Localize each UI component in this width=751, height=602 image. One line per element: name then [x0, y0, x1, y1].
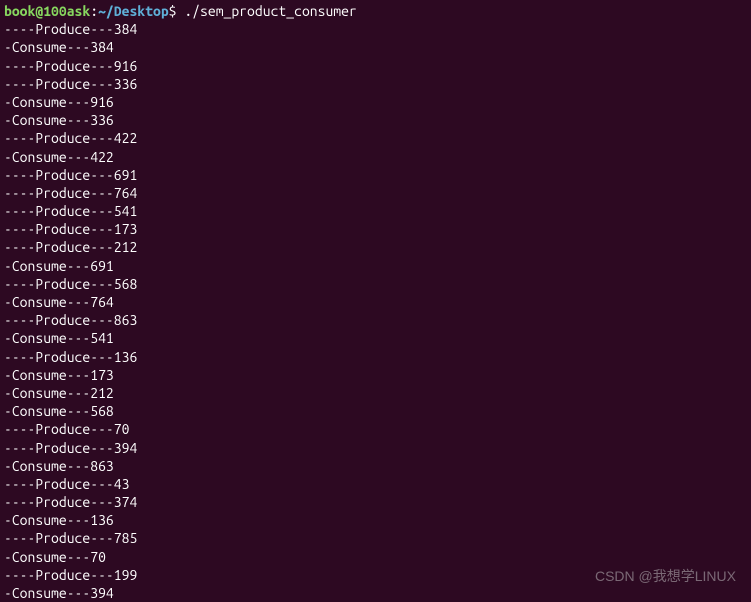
output-line: -Consume---764 [4, 293, 747, 311]
prompt-colon: : [90, 3, 98, 19]
output-line: ----Produce---212 [4, 238, 747, 256]
output-line: ----Produce---785 [4, 529, 747, 547]
output-line: -Consume---568 [4, 402, 747, 420]
output-line: ----Produce---863 [4, 311, 747, 329]
output-line: ----Produce---916 [4, 57, 747, 75]
output-line: ----Produce---136 [4, 348, 747, 366]
output-line: ----Produce---394 [4, 439, 747, 457]
output-line: ----Produce---422 [4, 129, 747, 147]
output-line: ----Produce---541 [4, 202, 747, 220]
current-path: ~/Desktop [98, 3, 169, 19]
output-line: -Consume---691 [4, 257, 747, 275]
output-line: ----Produce---43 [4, 475, 747, 493]
output-line: ----Produce---568 [4, 275, 747, 293]
output-line: -Consume---916 [4, 93, 747, 111]
output-line: -Consume---863 [4, 457, 747, 475]
output-line: -Consume---336 [4, 111, 747, 129]
output-line: -Consume---173 [4, 366, 747, 384]
output-line: ----Produce---384 [4, 20, 747, 38]
output-line: ----Produce---691 [4, 166, 747, 184]
output-line: ----Produce---374 [4, 493, 747, 511]
output-line: ----Produce---70 [4, 420, 747, 438]
output-line: -Consume---136 [4, 511, 747, 529]
output-line: -Consume---541 [4, 329, 747, 347]
output-line: -Consume---422 [4, 148, 747, 166]
output-line: -Consume---384 [4, 38, 747, 56]
output-line: ----Produce---764 [4, 184, 747, 202]
output-line: -Consume---70 [4, 548, 747, 566]
prompt-dollar: $ [169, 3, 177, 19]
user-host: book@100ask [4, 3, 90, 19]
output-line: -Consume---212 [4, 384, 747, 402]
typed-command[interactable]: ./sem_product_consumer [177, 3, 357, 19]
output-line: ----Produce---173 [4, 220, 747, 238]
terminal-output: ----Produce---384-Consume---384----Produ… [4, 20, 747, 602]
output-line: -Consume---394 [4, 584, 747, 602]
output-line: ----Produce---199 [4, 566, 747, 584]
output-line: ----Produce---336 [4, 75, 747, 93]
terminal-prompt: book@100ask:~/Desktop$ ./sem_product_con… [4, 2, 747, 20]
